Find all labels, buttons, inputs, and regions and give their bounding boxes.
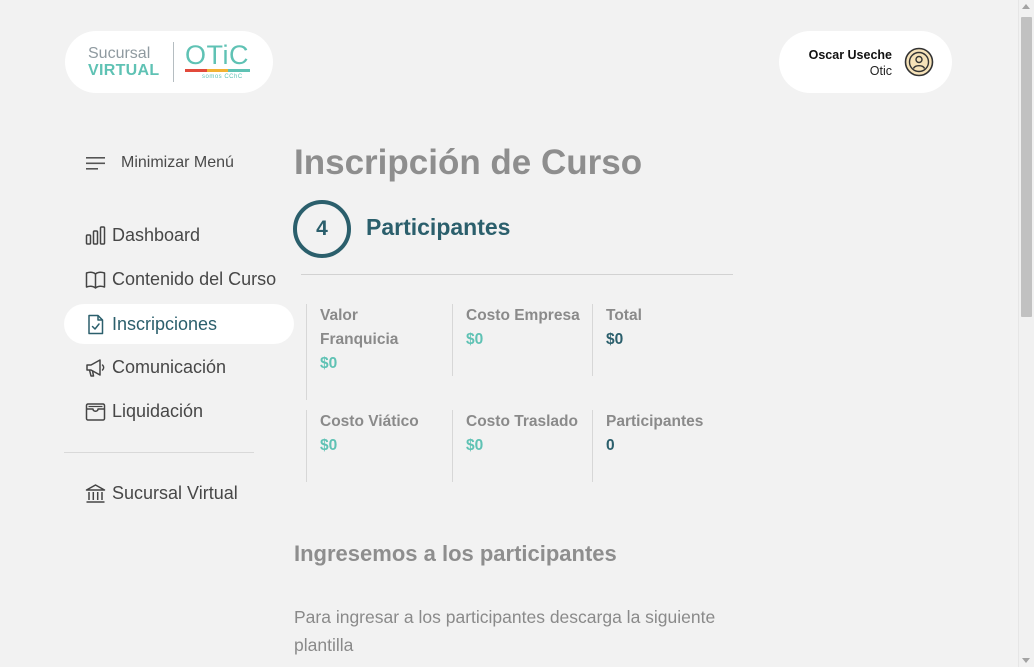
step-divider <box>301 274 733 275</box>
user-organization: Otic <box>869 64 892 78</box>
stat-label: Total <box>606 307 642 324</box>
section-description: Para ingresar a los participantes descar… <box>294 607 716 655</box>
sidebar-item-sucursal-virtual[interactable]: Sucursal Virtual <box>64 473 294 513</box>
vertical-scrollbar[interactable] <box>1018 0 1034 667</box>
minimize-menu-label: Minimizar Menú <box>121 154 234 171</box>
stat-label: Participantes <box>606 413 704 430</box>
stat-value: 0 <box>606 437 615 454</box>
open-book-icon <box>85 271 106 289</box>
sidebar-item-label: Dashboard <box>112 225 201 245</box>
stat-value: $0 <box>606 331 624 348</box>
stat-value: $0 <box>320 355 338 372</box>
sidebar-item-dashboard[interactable]: Dashboard <box>64 215 294 255</box>
stat-value: $0 <box>466 331 484 348</box>
page-title: Inscripción de Curso <box>294 143 643 182</box>
scroll-down-arrow-icon[interactable] <box>1022 658 1030 663</box>
sidebar-item-label: Comunicación <box>112 357 227 377</box>
sidebar-item-contenido[interactable]: Contenido del Curso <box>64 259 294 299</box>
logo-color-bar <box>185 69 251 72</box>
stat-valor-franquicia: Valor Franquicia $0 <box>306 304 452 400</box>
logo-tagline: somos CChC <box>202 74 243 80</box>
stat-label: Valor Franquicia <box>320 307 399 348</box>
bar-chart-icon <box>85 226 106 245</box>
document-check-icon <box>88 314 104 335</box>
logo-sucursal-text: Sucursal <box>88 45 151 62</box>
user-name: Oscar Useche <box>808 48 892 62</box>
stat-costo-viatico: Costo Viático $0 <box>306 410 452 482</box>
sidebar-divider <box>64 452 254 453</box>
sidebar-item-liquidacion[interactable]: Liquidación <box>64 391 294 431</box>
bank-building-icon <box>85 484 106 503</box>
stat-total: Total $0 <box>592 304 733 376</box>
sidebar-item-comunicacion[interactable]: Comunicación <box>64 347 294 387</box>
megaphone-icon <box>86 359 105 377</box>
sidebar-item-label: Contenido del Curso <box>112 269 277 289</box>
stat-participantes: Participantes 0 <box>592 410 733 482</box>
section-title: Ingresemos a los participantes <box>294 541 617 566</box>
sidebar-item-label: Liquidación <box>112 401 204 421</box>
scroll-up-arrow-icon[interactable] <box>1022 4 1030 9</box>
step-number-badge: 4 <box>293 200 351 258</box>
logo-otic-text: OTiC <box>185 40 249 70</box>
sidebar-item-label: Inscripciones <box>112 314 218 334</box>
step-title: Participantes <box>366 214 511 240</box>
scrollbar-thumb[interactable] <box>1021 17 1032 317</box>
sidebar-item-inscripciones[interactable]: Inscripciones <box>64 304 294 344</box>
logo-divider <box>173 42 174 82</box>
stat-costo-empresa: Costo Empresa $0 <box>452 304 592 376</box>
hamburger-icon <box>86 157 105 170</box>
stat-label: Costo Empresa <box>466 307 580 324</box>
stat-value: $0 <box>466 437 484 454</box>
minimize-menu-button[interactable]: Minimizar Menú <box>86 154 234 172</box>
user-circle-icon[interactable] <box>904 47 934 77</box>
stat-label: Costo Viático <box>320 413 419 430</box>
stat-costo-traslado: Costo Traslado $0 <box>452 410 592 482</box>
stat-value: $0 <box>320 437 338 454</box>
sidebar-item-label: Sucursal Virtual <box>112 483 238 503</box>
logo-virtual-text: VIRTUAL <box>88 62 160 79</box>
stat-label: Costo Traslado <box>466 413 578 430</box>
wallet-icon <box>85 403 106 421</box>
